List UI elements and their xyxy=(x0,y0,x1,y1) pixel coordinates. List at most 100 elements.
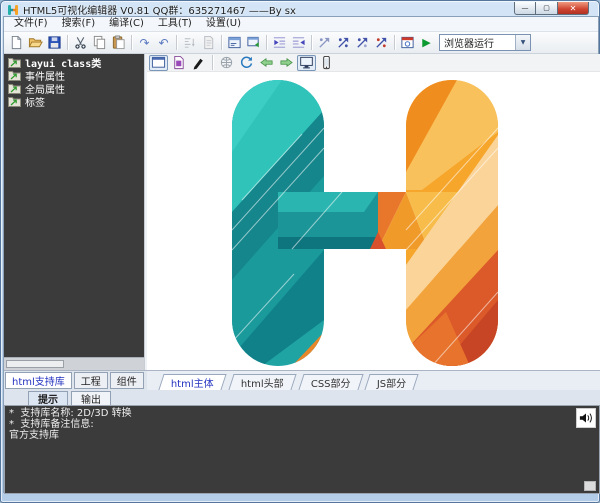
tab-label: 提示 xyxy=(38,391,58,406)
new-file-button[interactable] xyxy=(7,34,26,52)
bottom-panel: 提示 输出 * 支持库名称: 2D/3D 转换 * 支持库备注信息: 官方支持库 xyxy=(4,390,600,494)
menu-bar: 文件(F) 搜索(F) 编译(C) 工具(T) 设置(U) xyxy=(4,17,598,32)
save-icon xyxy=(47,35,62,50)
menu-compile[interactable]: 编译(C) xyxy=(102,17,151,31)
refresh-icon xyxy=(239,55,254,70)
tab-label: html主体 xyxy=(171,375,214,390)
tree-item-tags[interactable]: 标签 xyxy=(4,95,144,108)
open-folder-icon xyxy=(28,35,43,50)
tab-html-support-lib[interactable]: html支持库 xyxy=(5,372,72,389)
phone-icon xyxy=(319,55,334,70)
tab-output[interactable]: 输出 xyxy=(71,391,111,405)
tab-html-head[interactable]: html头部 xyxy=(228,374,296,390)
sidebar-horizontal-scrollbar[interactable] xyxy=(4,357,144,370)
scrollbar-corner[interactable] xyxy=(584,481,596,491)
tab-label: JS部分 xyxy=(377,375,406,390)
preview-window-button[interactable] xyxy=(225,34,244,52)
step-out-icon xyxy=(355,35,370,50)
tab-label: 工程 xyxy=(81,373,101,388)
close-button[interactable]: ✕ xyxy=(558,2,589,15)
window-frame: HTML5可视化编辑器 V0.81 QQ群：635271467 ——By sx … xyxy=(0,0,600,503)
mobile-preview-button[interactable] xyxy=(317,55,336,71)
run-target-value: 浏览器运行 xyxy=(440,35,515,50)
app-icon xyxy=(7,4,19,16)
step-out-button[interactable] xyxy=(353,34,372,52)
toolbar-separator xyxy=(131,35,132,50)
window-code-icon xyxy=(227,35,242,50)
toolbar-separator xyxy=(266,35,267,50)
chevron-down-icon[interactable]: ▼ xyxy=(515,35,530,50)
desktop-preview-button[interactable] xyxy=(297,55,316,71)
window-refresh-icon xyxy=(246,35,261,50)
copy-button[interactable] xyxy=(90,34,109,52)
design-area xyxy=(147,54,600,370)
maximize-button[interactable]: ▢ xyxy=(536,2,558,15)
globe-icon xyxy=(219,55,234,70)
cut-button[interactable] xyxy=(71,34,90,52)
open-file-button[interactable] xyxy=(26,34,45,52)
console-line: * 支持库名称: 2D/3D 转换 xyxy=(9,408,595,419)
menu-settings[interactable]: 设置(U) xyxy=(199,17,248,31)
toolbar-separator xyxy=(394,35,395,50)
toolbar-separator xyxy=(67,35,68,50)
run-button[interactable]: ▶ xyxy=(417,34,436,52)
indent-icon xyxy=(272,35,287,50)
tab-components[interactable]: 组件 xyxy=(110,372,144,389)
back-button[interactable] xyxy=(257,55,276,71)
paste-button[interactable] xyxy=(109,34,128,52)
menu-tools[interactable]: 工具(T) xyxy=(151,17,199,31)
source-view-button[interactable] xyxy=(169,55,188,71)
save-button[interactable] xyxy=(45,34,64,52)
sort-icon xyxy=(182,35,197,50)
home-page-button xyxy=(217,55,236,71)
undo-button[interactable]: ↶ xyxy=(154,34,173,52)
hints-console[interactable]: * 支持库名称: 2D/3D 转换 * 支持库备注信息: 官方支持库 xyxy=(4,405,600,494)
purple-document-icon xyxy=(171,55,186,70)
stop-debug-button[interactable] xyxy=(372,34,391,52)
document-icon xyxy=(201,35,216,50)
tab-js-part[interactable]: JS部分 xyxy=(365,374,419,390)
design-toolbar xyxy=(147,54,600,72)
window-title: HTML5可视化编辑器 V0.81 QQ群：635271467 ——By sx xyxy=(23,2,296,17)
back-arrow-icon xyxy=(259,55,274,70)
h-logo-image xyxy=(232,80,498,366)
menu-search[interactable]: 搜索(F) xyxy=(55,17,103,31)
minimize-button[interactable]: — xyxy=(514,2,536,15)
browser-window-icon xyxy=(400,35,415,50)
title-bar[interactable]: HTML5可视化编辑器 V0.81 QQ群：635271467 ——By sx xyxy=(7,3,296,16)
folder-arrow-icon xyxy=(8,96,21,107)
select-tool-button[interactable] xyxy=(189,55,208,71)
window-controls: — ▢ ✕ xyxy=(514,2,589,15)
console-line: 官方支持库 xyxy=(9,430,595,441)
client-area: 文件(F) 搜索(F) 编译(C) 工具(T) 设置(U) xyxy=(3,16,599,493)
toolbar-separator xyxy=(212,55,213,70)
sound-button[interactable] xyxy=(576,408,596,428)
step-over-button[interactable] xyxy=(315,34,334,52)
design-window-icon xyxy=(151,55,166,70)
folder-arrow-icon xyxy=(8,57,21,68)
tab-project[interactable]: 工程 xyxy=(74,372,108,389)
tab-css-part[interactable]: CSS部分 xyxy=(298,374,363,390)
paste-icon xyxy=(111,35,126,50)
outdent-icon xyxy=(291,35,306,50)
pen-icon xyxy=(191,55,206,70)
tab-hints[interactable]: 提示 xyxy=(28,391,68,405)
forward-button[interactable] xyxy=(277,55,296,71)
browser-window-button[interactable] xyxy=(398,34,417,52)
indent-button[interactable] xyxy=(270,34,289,52)
tab-label: 组件 xyxy=(117,373,137,388)
redo-button[interactable]: ↷ xyxy=(135,34,154,52)
design-view-button[interactable] xyxy=(149,55,168,71)
console-line: * 支持库备注信息: xyxy=(9,419,595,430)
refresh-button[interactable] xyxy=(237,55,256,71)
forward-arrow-icon xyxy=(279,55,294,70)
design-canvas[interactable] xyxy=(147,72,600,369)
preview-window2-button[interactable] xyxy=(244,34,263,52)
step-into-button[interactable] xyxy=(334,34,353,52)
menu-file[interactable]: 文件(F) xyxy=(7,17,55,31)
sidebar-tree-panel: layui class类 事件属性 全局 xyxy=(4,54,145,370)
tab-html-body[interactable]: html主体 xyxy=(158,374,226,390)
run-target-combobox[interactable]: 浏览器运行 ▼ xyxy=(439,34,531,51)
outdent-button[interactable] xyxy=(289,34,308,52)
scrollbar-thumb[interactable] xyxy=(6,360,64,368)
